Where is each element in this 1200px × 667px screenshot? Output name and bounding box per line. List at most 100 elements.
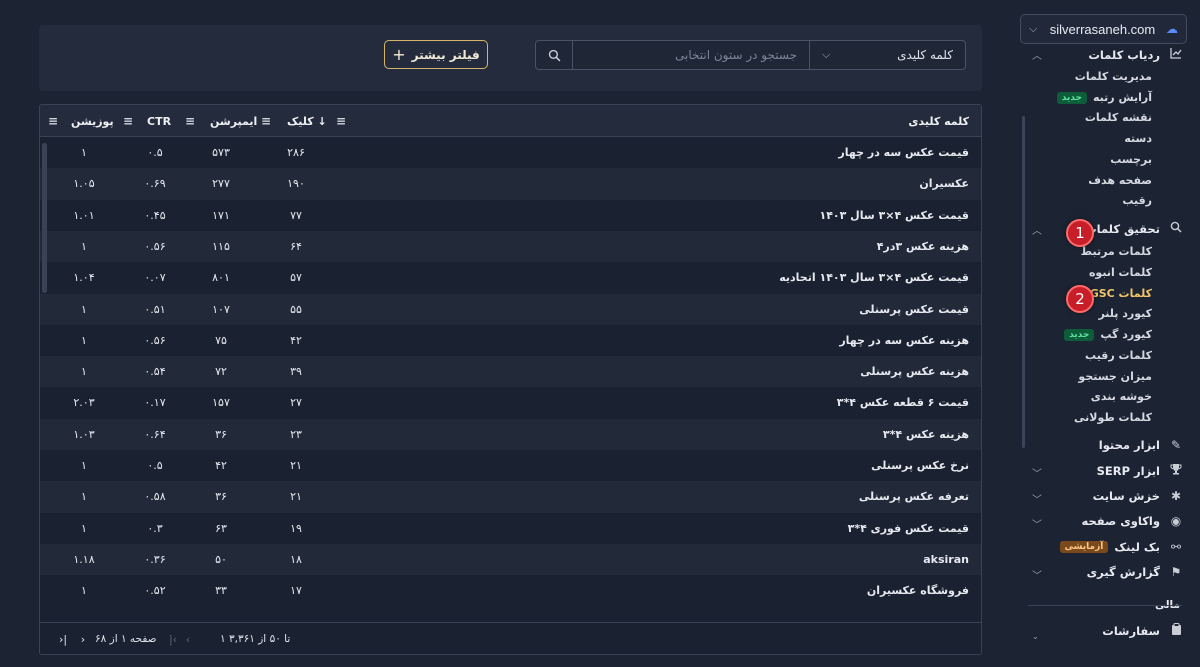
next-page-button[interactable]: › — [76, 623, 90, 654]
prev-page-button[interactable]: ‹ — [181, 623, 195, 654]
sidebar-item-long-tail[interactable]: کلمات طولانی — [1074, 411, 1152, 424]
header-clicks[interactable]: کلیک ↓ — [287, 105, 327, 137]
sidebar-item-tag[interactable]: برچسب — [1110, 153, 1152, 166]
keywords-table: کلمه کلیدی ≡ کلیک ↓ ≡ ایمپرشن ≡ CTR ≡ پو… — [39, 104, 982, 655]
cell-position: ۱ — [81, 459, 87, 472]
cell-clicks: ۴۲ — [290, 333, 302, 347]
table-row[interactable]: هزینه عکس پرسنلی ۳۹ ۷۲ ۰.۵۴ ۱ — [40, 356, 981, 388]
table-row[interactable]: هزینه عکس سه در چهار ۴۲ ۷۵ ۰.۵۶ ۱ — [40, 325, 981, 356]
cell-keyword: تعرفه عکس پرسنلی — [858, 490, 969, 504]
domain-label: silverrasaneh.com — [1049, 21, 1156, 37]
cell-ctr: ۰.۳۶ — [144, 552, 166, 566]
sidebar: ⌵ silverrasaneh.com ☁ ردیاب کلمات ︿ مدیر… — [1008, 0, 1200, 667]
sidebar-item-competitor-keywords[interactable]: کلمات رقیب — [1085, 349, 1152, 362]
table-row[interactable]: قیمت عکس فوری ۴*۳ ۱۹ ۶۳ ۰.۳ ۱ — [40, 513, 981, 544]
cell-keyword: قیمت عکس ۴×۳ سال ۱۴۰۳ — [819, 208, 969, 222]
chevron-up-icon[interactable]: ︿ — [1032, 47, 1042, 62]
sidebar-group-backlink[interactable]: ⚯ بک لینک آزمایشی — [1059, 540, 1184, 554]
cell-impressions: ۶۳ — [215, 521, 227, 535]
sidebar-item-competitor[interactable]: رقیب — [1122, 194, 1152, 207]
cell-impressions: ۱۵۷ — [212, 396, 230, 410]
link-icon: ⚯ — [1170, 540, 1182, 554]
search-button[interactable] — [536, 41, 572, 69]
sidebar-scrollbar[interactable] — [1022, 116, 1025, 448]
sidebar-item-manage-keywords[interactable]: مدیریت کلمات — [1075, 70, 1152, 83]
new-badge: جدید — [1064, 328, 1095, 341]
sidebar-item-clustering[interactable]: خوشه بندی — [1091, 390, 1152, 403]
column-menu-icon[interactable]: ≡ — [336, 105, 346, 137]
table-row[interactable]: هزینه عکس ۳در۴ ۶۴ ۱۱۵ ۰.۵۶ ۱ — [40, 230, 981, 263]
chevron-down-icon[interactable]: ﹀ — [1032, 491, 1042, 506]
cell-keyword: نرخ عکس پرسنلی — [871, 459, 969, 472]
chevron-up-icon[interactable]: ︿ — [1032, 222, 1042, 237]
cell-position: ۱.۰۴ — [73, 271, 95, 285]
search-input[interactable] — [572, 41, 809, 69]
sidebar-item-category[interactable]: دسته — [1124, 132, 1152, 145]
header-position[interactable]: پوزیشن — [71, 105, 114, 137]
header-impressions[interactable]: ایمپرشن — [210, 105, 257, 137]
first-page-button[interactable]: |‹ — [166, 623, 180, 654]
chevron-down-icon[interactable]: ⌄ — [1032, 632, 1039, 641]
table-row[interactable]: aksiran ۱۸ ۵۰ ۰.۳۶ ۱.۱۸ — [40, 543, 981, 576]
sidebar-group-content-tools[interactable]: ✎ ابزار محتوا — [1099, 438, 1184, 452]
cell-ctr: ۰.۵ — [147, 146, 163, 159]
divider — [1028, 605, 1182, 606]
trophy-icon — [1168, 463, 1184, 478]
table-row[interactable]: تعرفه عکس پرسنلی ۲۱ ۳۶ ۰.۵۸ ۱ — [40, 481, 981, 513]
clipboard-icon — [1168, 623, 1184, 638]
table-row[interactable]: قیمت عکس پرسنلی ۵۵ ۱۰۷ ۰.۵۱ ۱ — [40, 293, 981, 325]
table-row[interactable]: قیمت عکس سه در چهار ۲۸۶ ۵۷۳ ۰.۵ ۱ — [40, 137, 981, 168]
sidebar-group-serp-tools[interactable]: ابزار SERP — [1097, 463, 1184, 478]
sidebar-group-site-crawl[interactable]: ✱ خزش سایت — [1093, 489, 1184, 503]
sidebar-item-keyword-planner[interactable]: کیورد پلنر — [1098, 307, 1152, 320]
cell-clicks: ۱۷ — [290, 584, 302, 598]
cell-clicks: ۲۸۶ — [287, 146, 305, 159]
chevron-down-icon[interactable]: ﹀ — [1032, 567, 1042, 582]
table-row[interactable]: قیمت ۶ قطعه عکس ۴*۳ ۲۷ ۱۵۷ ۰.۱۷ ۲.۰۳ — [40, 387, 981, 418]
table-scrollbar[interactable] — [42, 143, 47, 293]
cell-impressions: ۱۱۵ — [212, 239, 230, 253]
cell-keyword: قیمت عکس ۴×۳ سال ۱۴۰۳ اتحادیه — [779, 271, 969, 285]
sidebar-item-keyword-gap[interactable]: کیورد گپ جدید — [1064, 328, 1152, 341]
sidebar-item-rank-layout[interactable]: آرایش رتبه جدید — [1056, 91, 1152, 104]
globe-icon: ◉ — [1170, 514, 1182, 528]
cell-impressions: ۴۲ — [215, 459, 227, 472]
column-menu-icon[interactable]: ≡ — [48, 105, 58, 137]
cell-clicks: ۵۵ — [290, 302, 302, 316]
column-menu-icon[interactable]: ≡ — [185, 105, 195, 137]
table-row[interactable]: هزینه عکس ۴*۳ ۲۳ ۳۶ ۰.۶۴ ۱.۰۳ — [40, 418, 981, 450]
column-menu-icon[interactable]: ≡ — [261, 105, 271, 137]
more-filters-button[interactable]: فیلتر بیشتر + — [384, 40, 488, 69]
chevron-down-icon[interactable]: ﹀ — [1032, 516, 1042, 531]
table-row[interactable]: نرخ عکس پرسنلی ۲۱ ۴۲ ۰.۵ ۱ — [40, 450, 981, 481]
sidebar-item-keyword-map[interactable]: نقشه کلمات — [1085, 111, 1152, 124]
table-row[interactable]: فروشگاه عکسیران ۱۷ ۳۳ ۰.۵۲ ۱ — [40, 575, 981, 606]
domain-select[interactable]: ⌵ silverrasaneh.com ☁ — [1020, 14, 1187, 44]
table-row[interactable]: قیمت عکس ۴×۳ سال ۱۴۰۳ اتحادیه ۵۷ ۸۰۱ ۰.۰۷ ۱.… — [40, 262, 981, 293]
cell-clicks: ۵۷ — [290, 271, 302, 285]
sidebar-item-gsc-keywords[interactable]: کلمات GSC — [1090, 287, 1152, 300]
sidebar-group-research[interactable]: تحقیق کلمات — [1085, 221, 1184, 236]
cell-ctr: ۰.۵۶ — [144, 239, 166, 253]
cell-clicks: ۲۱ — [290, 490, 302, 504]
sidebar-group-tracker[interactable]: ردیاب کلمات — [1088, 47, 1184, 62]
header-ctr[interactable]: CTR — [147, 105, 171, 137]
search-panel: کلمه کلیدی ⌵ فیلتر بیشتر + — [39, 25, 982, 91]
chevron-down-icon[interactable]: ﹀ — [1032, 465, 1042, 480]
sidebar-item-search-volume[interactable]: میزان جستجو — [1078, 370, 1152, 383]
sidebar-item-orders[interactable]: سفارشات — [1102, 623, 1184, 638]
cell-ctr: ۰.۳ — [147, 521, 163, 535]
sidebar-group-reports[interactable]: ⚑ گزارش گیری — [1087, 565, 1184, 579]
cell-position: ۲.۰۳ — [73, 396, 95, 410]
sidebar-item-bulk-keywords[interactable]: کلمات انبوه — [1089, 266, 1152, 279]
column-menu-icon[interactable]: ≡ — [123, 105, 133, 137]
sidebar-item-related-keywords[interactable]: کلمات مرتبط — [1081, 245, 1152, 258]
sidebar-item-target-page[interactable]: صفحه هدف — [1088, 174, 1152, 187]
column-select[interactable]: کلمه کلیدی ⌵ — [809, 41, 965, 69]
sidebar-group-page-audit[interactable]: ◉ واکاوی صفحه — [1082, 514, 1184, 528]
header-keyword[interactable]: کلمه کلیدی — [908, 105, 969, 137]
last-page-button[interactable]: ›| — [56, 623, 70, 654]
cell-ctr: ۰.۶۴ — [144, 427, 166, 441]
table-row[interactable]: قیمت عکس ۴×۳ سال ۱۴۰۳ ۷۷ ۱۷۱ ۰.۴۵ ۱.۰۱ — [40, 200, 981, 231]
table-row[interactable]: عکسیران ۱۹۰ ۲۷۷ ۰.۶۹ ۱.۰۵ — [40, 168, 981, 200]
